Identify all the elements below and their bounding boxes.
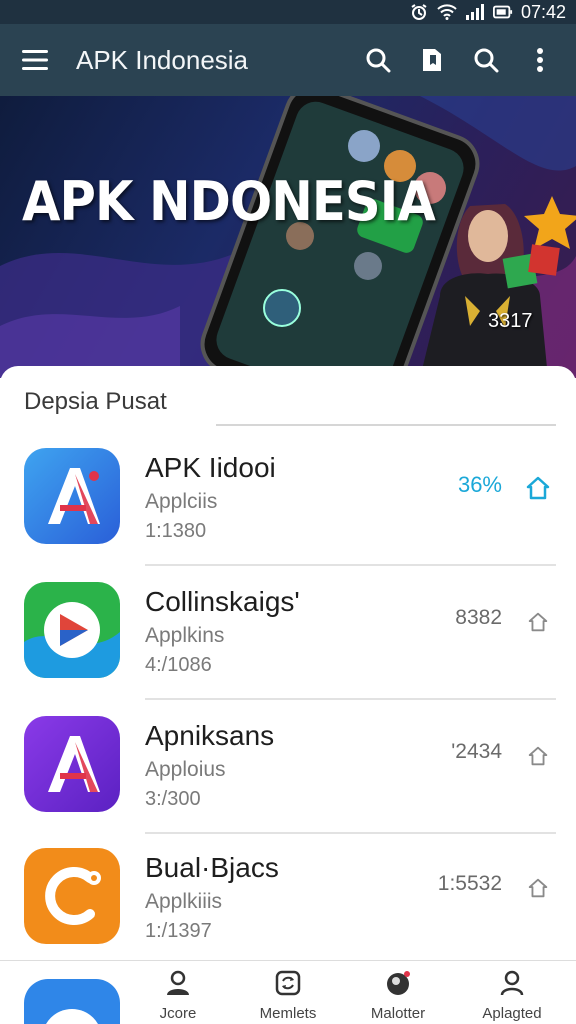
avatar-icon: [383, 969, 413, 997]
signal-icon: [465, 3, 485, 21]
nav-label: Aplagted: [482, 1005, 542, 1022]
nav-item-jcore[interactable]: Jcore: [130, 969, 226, 1024]
status-time: 07:42: [520, 1, 566, 22]
battery-icon: [492, 3, 513, 21]
home-outline-icon: [528, 878, 548, 898]
app-category: Apploius: [145, 758, 226, 781]
app-category: Applkiiis: [145, 890, 223, 913]
hero-banner[interactable]: APK NDONESIA 3317: [0, 96, 576, 378]
screen: 07:42 APK Indonesia APK NDONESIA 3317 De…: [0, 0, 576, 1024]
sync-icon: [273, 969, 303, 997]
c-logo-icon: [24, 848, 120, 944]
bookmark-icon: [423, 49, 441, 71]
hero-illustration: [0, 96, 576, 378]
app-stat: '2434: [451, 740, 502, 763]
app-list-item[interactable]: Collinskaigs' Applkins 4:/1086 8382: [0, 566, 576, 700]
more-button[interactable]: [516, 36, 564, 84]
alarm-icon: [409, 3, 429, 21]
status-bar: 07:42: [0, 0, 576, 24]
app-category: Applciis: [145, 490, 218, 513]
install-button[interactable]: [518, 468, 558, 508]
content-sheet: Depsia Pusat APK Iidooi Applciis 1:1380 …: [0, 366, 576, 966]
app-name: APK Iidooi: [145, 452, 276, 483]
nav-item-aplagted[interactable]: Aplagted: [464, 969, 560, 1024]
app-size: 1:/1397: [145, 920, 212, 942]
a-logo-icon: [24, 716, 120, 812]
nav-label: Memlets: [259, 1005, 317, 1022]
search-icon: [366, 48, 391, 73]
app-size: 3:/300: [145, 788, 201, 810]
bottom-nav: Jcore Memlets Malotter Aplagted: [0, 960, 576, 1024]
more-vert-icon: [537, 48, 543, 72]
bookmark-button[interactable]: [408, 36, 456, 84]
person-icon: [497, 969, 527, 997]
app-list-item[interactable]: Apniksans Apploius 3:/300 '2434: [0, 700, 576, 834]
search-button-2[interactable]: [462, 36, 510, 84]
app-stat: 36%: [457, 472, 502, 497]
app-bar-actions: [354, 36, 576, 84]
nav-item-malotter[interactable]: Malotter: [350, 969, 446, 1024]
search-button[interactable]: [354, 36, 402, 84]
app-icon-partial[interactable]: [24, 979, 120, 1024]
hero-title: APK NDONESIA: [22, 170, 436, 233]
app-name: Bual·Bjacs: [145, 852, 279, 883]
home-outline-icon: [528, 612, 548, 632]
app-list-item[interactable]: APK Iidooi Applciis 1:1380 36%: [0, 432, 576, 566]
app-list-item[interactable]: Bual·Bjacs Applkiiis 1:/1397 1:5532: [0, 832, 576, 966]
menu-button[interactable]: [0, 24, 70, 96]
app-stat: 8382: [455, 606, 502, 629]
nav-label: Jcore: [159, 1005, 197, 1022]
app-name: Apniksans: [145, 720, 275, 751]
hero-badge: 3317: [488, 310, 533, 332]
install-button[interactable]: [518, 868, 558, 908]
section-title: Depsia Pusat: [24, 388, 167, 415]
play-logo-icon: [24, 582, 120, 678]
app-name: Collinskaigs': [145, 586, 300, 617]
app-size: 4:/1086: [145, 654, 212, 676]
app-title: APK Indonesia: [76, 44, 249, 75]
section-divider: [216, 424, 556, 426]
wifi-icon: [437, 3, 457, 21]
home-outline-icon: [528, 746, 548, 766]
app-category: Applkins: [145, 624, 225, 647]
home-outline-icon: [526, 476, 550, 500]
nav-label: Malotter: [370, 1005, 426, 1022]
app-stat: 1:5532: [437, 872, 502, 895]
install-button[interactable]: [518, 602, 558, 642]
nav-item-memlets[interactable]: Memlets: [240, 969, 336, 1024]
search-icon: [474, 48, 499, 73]
person-icon: [163, 969, 193, 997]
install-button[interactable]: [518, 736, 558, 776]
app-size: 1:1380: [145, 520, 207, 542]
a-logo-icon: [24, 448, 120, 544]
hamburger-icon: [22, 50, 48, 70]
app-bar: APK Indonesia: [0, 24, 576, 96]
